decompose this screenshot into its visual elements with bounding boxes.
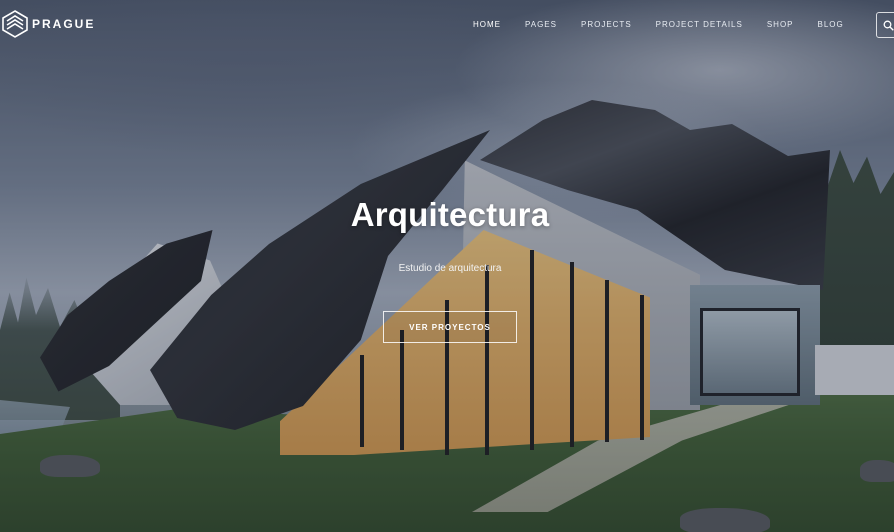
- logo-icon: [2, 10, 28, 38]
- nav-item-projects[interactable]: PROJECTS: [581, 20, 632, 29]
- hero-subtitle: Estudio de arquitectura: [398, 263, 502, 274]
- search-button[interactable]: [876, 12, 894, 38]
- brand-name: PRAGUE: [32, 17, 96, 31]
- nav-item-pages[interactable]: PAGES: [525, 20, 557, 29]
- search-icon: [883, 20, 894, 31]
- nav-item-project-details[interactable]: PROJECT DETAILS: [656, 20, 743, 29]
- main-nav: HOME PAGES PROJECTS PROJECT DETAILS SHOP…: [473, 20, 868, 29]
- brand-logo-link[interactable]: PRAGUE: [2, 10, 95, 38]
- hero-title: Arquitectura: [350, 196, 550, 233]
- view-projects-button[interactable]: VER PROYECTOS: [383, 311, 517, 343]
- nav-item-blog[interactable]: BLOG: [818, 20, 844, 29]
- nav-item-shop[interactable]: SHOP: [767, 20, 794, 29]
- nav-item-home[interactable]: HOME: [473, 20, 501, 29]
